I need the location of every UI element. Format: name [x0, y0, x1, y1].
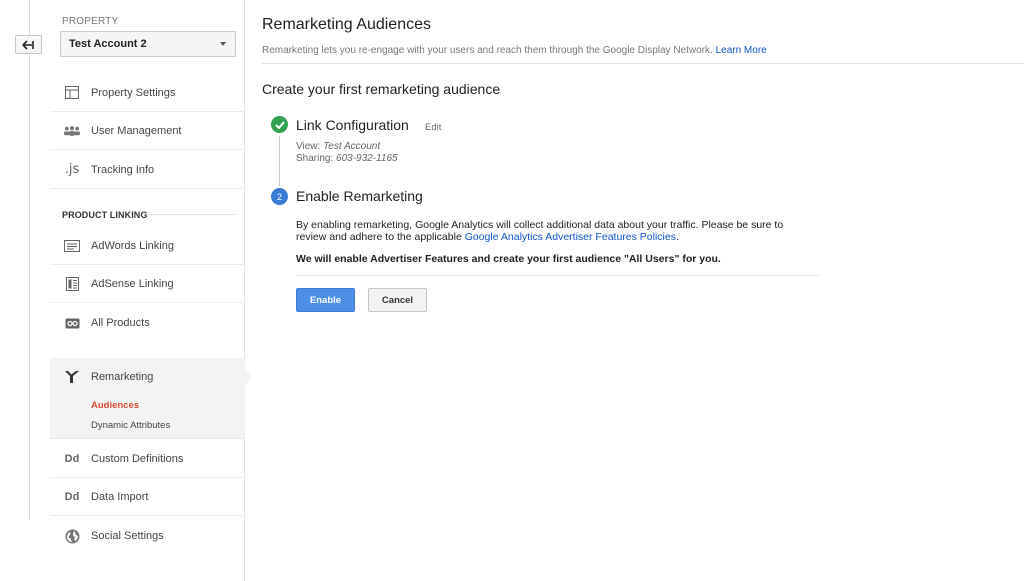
advertiser-features-note: We will enable Advertiser Features and c… [296, 253, 721, 265]
adwords-icon [64, 238, 80, 254]
chevron-down-icon [220, 42, 226, 46]
sidebar-item-adsense-linking[interactable]: AdSense Linking [50, 265, 245, 303]
left-rail [0, 0, 50, 581]
enable-button[interactable]: Enable [296, 288, 355, 312]
sidebar-item-label: AdWords Linking [91, 239, 174, 252]
sidebar: PROPERTY Test Account 2 Property Setting… [50, 0, 252, 581]
policies-link[interactable]: Google Analytics Advertiser Features Pol… [465, 231, 676, 243]
page-title: Remarketing Audiences [262, 16, 431, 33]
step-enable-remarketing-title: Enable Remarketing [296, 188, 423, 204]
sidebar-item-label: Social Settings [91, 530, 164, 542]
sidebar-item-label: Tracking Info [91, 163, 155, 176]
step1-view: View: Test Account [296, 141, 380, 152]
header-divider [262, 63, 1024, 64]
sidebar-item-tracking-info[interactable]: .js Tracking Info [50, 151, 245, 189]
sidebar-item-label: Property Settings [91, 86, 176, 99]
sidebar-section-remarketing: Remarketing Audiences Dynamic Attributes [50, 358, 245, 439]
globe-icon [64, 528, 80, 544]
edit-link[interactable]: Edit [425, 122, 441, 133]
js-icon: .js [64, 162, 80, 177]
property-select-value: Test Account 2 [69, 38, 147, 50]
sidebar-item-label: AdSense Linking [91, 277, 174, 290]
property-select[interactable]: Test Account 2 [60, 31, 236, 57]
link-icon [64, 315, 80, 331]
property-label: PROPERTY [62, 16, 119, 27]
sharing-label: Sharing: [296, 153, 334, 164]
sidebar-item-label: All Products [91, 317, 150, 329]
sidebar-item-remarketing[interactable]: Remarketing [64, 369, 153, 385]
back-button[interactable] [15, 35, 42, 54]
view-label: View: [296, 141, 321, 152]
step2-period: . [675, 231, 679, 243]
dd-icon: Dd [64, 452, 80, 465]
view-value: Test Account [323, 141, 381, 152]
sidebar-item-label: User Management [91, 124, 182, 137]
sidebar-subitem-audiences[interactable]: Audiences [91, 400, 139, 411]
adsense-icon [64, 276, 80, 292]
sidebar-item-label: Remarketing [91, 371, 154, 383]
sharing-value: 603-932-1165 [336, 153, 398, 164]
step2-divider [296, 275, 819, 276]
sidebar-subitem-dynamic-attributes[interactable]: Dynamic Attributes [91, 420, 170, 431]
sidebar-item-custom-definitions[interactable]: Dd Custom Definitions [50, 440, 245, 478]
fork-icon [64, 369, 80, 385]
step-connector [279, 136, 280, 186]
cancel-button[interactable]: Cancel [368, 288, 427, 312]
active-pointer [245, 369, 252, 385]
sidebar-item-user-management[interactable]: User Management [50, 112, 245, 150]
sidebar-item-social-settings[interactable]: Social Settings [50, 517, 245, 555]
users-icon [64, 123, 80, 139]
back-arrow-icon [22, 39, 34, 50]
learn-more-link[interactable]: Learn More [716, 45, 767, 56]
create-audience-title: Create your first remarketing audience [262, 81, 501, 97]
page-description-text: Remarketing lets you re-engage with your… [262, 45, 713, 56]
sidebar-item-all-products[interactable]: All Products [50, 304, 245, 342]
step2-description: By enabling remarketing, Google Analytic… [296, 219, 816, 243]
page-description: Remarketing lets you re-engage with your… [262, 45, 767, 56]
sidebar-item-label: Custom Definitions [91, 452, 184, 465]
sidebar-item-property-settings[interactable]: Property Settings [50, 74, 245, 112]
sidebar-item-data-import[interactable]: Dd Data Import [50, 478, 245, 516]
rail-divider [29, 0, 30, 520]
window-icon [64, 85, 80, 101]
sidebar-item-adwords-linking[interactable]: AdWords Linking [50, 227, 245, 265]
section-divider [148, 214, 236, 215]
sidebar-item-label: Data Import [91, 490, 149, 503]
step-link-configuration-title: Link Configuration [296, 117, 409, 133]
step1-sharing: Sharing: 603-932-1165 [296, 153, 398, 164]
step-number-badge: 2 [271, 188, 288, 205]
checkmark-icon [271, 116, 288, 133]
dd-icon: Dd [64, 490, 80, 503]
section-header-product-linking: PRODUCT LINKING [62, 210, 148, 220]
